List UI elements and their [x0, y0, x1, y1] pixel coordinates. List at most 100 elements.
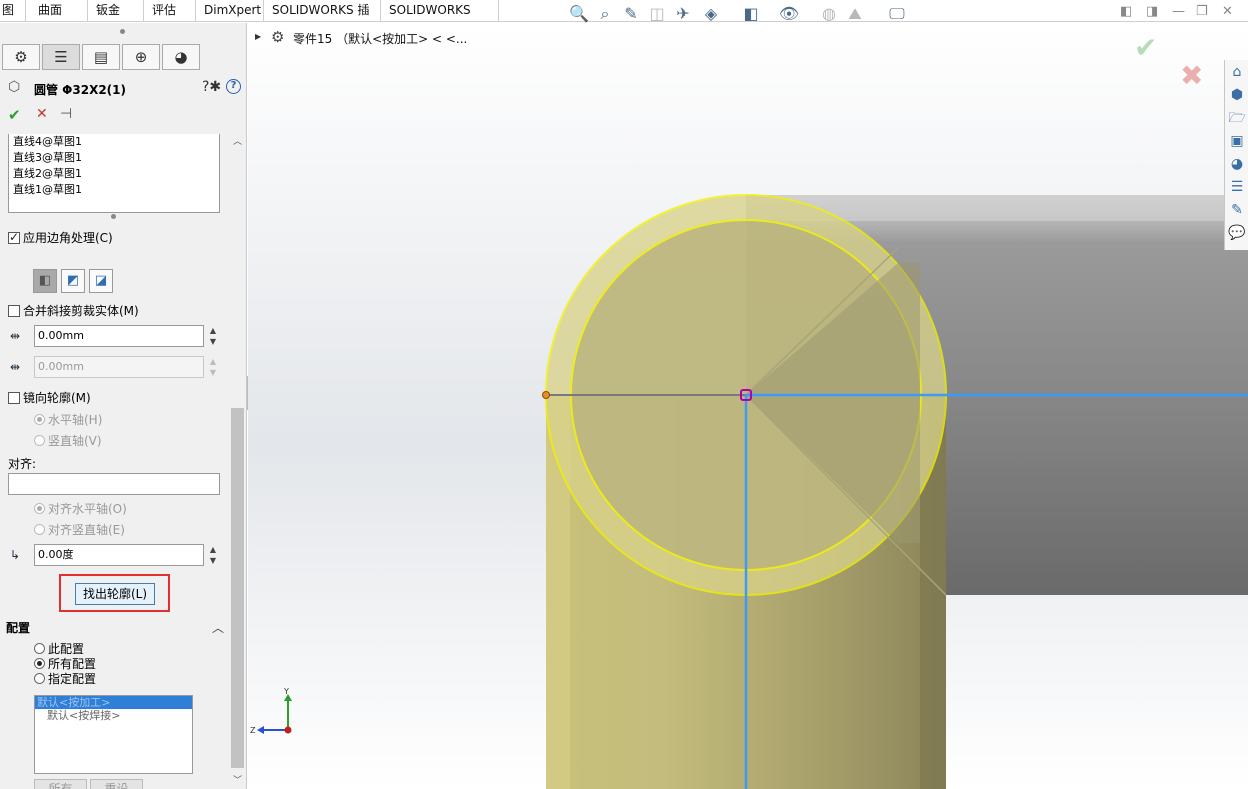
- end-butt2-button[interactable]: ◪: [89, 269, 113, 293]
- view-orientation-icon[interactable]: ◈: [700, 3, 722, 25]
- property-manager-icon[interactable]: ☰: [42, 44, 80, 70]
- scroll-down-icon[interactable]: ﹀: [229, 773, 246, 789]
- apply-scene-icon[interactable]: ⛰: [844, 3, 866, 25]
- tab-solidworks-mbd[interactable]: SOLIDWORKS MBD: [381, 0, 499, 38]
- hide-show-icon[interactable]: 👁: [778, 3, 800, 25]
- cancel-button[interactable]: ✕: [36, 106, 48, 122]
- align-input[interactable]: [8, 473, 220, 495]
- scroll-thumb[interactable]: [231, 408, 244, 768]
- collapse-caret-icon[interactable]: ︿: [212, 619, 224, 636]
- specify-configurations-radio[interactable]: 指定配置: [34, 670, 96, 686]
- feature-manager-icon[interactable]: ⚙: [2, 44, 40, 70]
- gap-g2-icon: ⇹: [10, 360, 21, 374]
- forum-icon[interactable]: 💬: [1227, 223, 1247, 243]
- tab-evaluate[interactable]: 评估: [144, 0, 196, 22]
- triad-y-label: Y: [283, 688, 289, 696]
- end-miter-button[interactable]: ◧: [33, 269, 57, 293]
- horizontal-axis-radio[interactable]: 水平轴(H): [34, 411, 102, 427]
- display-style-icon[interactable]: ◧: [740, 3, 762, 25]
- appearances-icon[interactable]: ◕: [1227, 154, 1247, 174]
- checkbox-unchecked[interactable]: [8, 392, 20, 404]
- tile-left-icon[interactable]: ◧: [1120, 4, 1132, 19]
- configurations-list[interactable]: 默认<按加工> 默认<按焊接>: [34, 695, 193, 774]
- locate-profile-button[interactable]: 找出轮廓(L): [75, 583, 155, 605]
- list-item[interactable]: 默认<按加工>: [35, 696, 192, 709]
- display-manager-icon[interactable]: ◕: [162, 44, 200, 70]
- dimxpert-icon[interactable]: ⊕: [122, 44, 160, 70]
- vertical-axis-radio[interactable]: 竖直轴(V): [34, 432, 102, 448]
- checkbox-checked[interactable]: [8, 230, 20, 244]
- gap-g2-input[interactable]: 0.00mm: [34, 356, 204, 378]
- restore-icon[interactable]: ❐: [1196, 4, 1208, 19]
- section-view-icon[interactable]: ◫: [646, 3, 668, 25]
- this-configuration-radio[interactable]: 此配置: [34, 640, 84, 656]
- model-view: [248, 23, 1248, 789]
- tab-sheet-metal[interactable]: 钣金: [88, 0, 144, 22]
- zoom-area-icon[interactable]: ⌕: [594, 3, 616, 25]
- align-label: 对齐:: [8, 457, 37, 471]
- configuration-manager-icon[interactable]: ▤: [82, 44, 120, 70]
- all-button[interactable]: 所有: [34, 779, 87, 789]
- file-explorer-icon[interactable]: 🗁: [1227, 108, 1247, 128]
- edit-appearance-icon[interactable]: ◍: [818, 3, 840, 25]
- confirm-cancel-icon[interactable]: ✖: [1180, 59, 1203, 92]
- tab-weldments[interactable]: 图: [0, 0, 26, 22]
- view-settings-icon[interactable]: 🖵: [886, 3, 908, 25]
- sketch-endpoint[interactable]: [542, 391, 550, 399]
- help-icon[interactable]: ?: [226, 79, 241, 94]
- property-manager-panel: ⚙ ☰ ▤ ⊕ ◕ ⬡ 圆管 Φ32X2(1) ?✱ ? ✔ ✕ ⊣ 直线4@草…: [0, 23, 247, 789]
- rotation-angle-icon: ↳: [10, 548, 21, 562]
- rotation-angle-input[interactable]: 0.00度: [34, 544, 204, 566]
- checkbox-unchecked[interactable]: [8, 305, 20, 317]
- gap-g1-input[interactable]: 0.00mm: [34, 325, 204, 347]
- pm-header: ⬡ 圆管 Φ32X2(1) ?✱ ?: [6, 79, 246, 99]
- dynamic-annotation-icon[interactable]: ✈: [672, 3, 694, 25]
- solidworks-forum-icon[interactable]: ✎: [1227, 200, 1247, 220]
- confirm-ok-icon[interactable]: ✔: [1134, 31, 1157, 64]
- reset-button[interactable]: 重设: [90, 779, 143, 789]
- list-item[interactable]: 直线2@草图1: [9, 166, 219, 182]
- end-butt1-button[interactable]: ◩: [61, 269, 85, 293]
- rotation-angle-spinner[interactable]: ▲ ▼: [207, 544, 219, 566]
- all-configurations-radio[interactable]: 所有配置: [34, 655, 96, 671]
- previous-view-icon[interactable]: ✎: [620, 3, 642, 25]
- panel-grip[interactable]: [120, 29, 125, 34]
- list-item[interactable]: 直线1@草图1: [9, 182, 219, 198]
- graphics-area[interactable]: ▶ ⚙ 零件15 （默认<按加工> < <... ✔ ✖ ⌂ ⬢ 🗁 ▣ ◕ ☰…: [248, 23, 1248, 789]
- list-item[interactable]: 直线3@草图1: [9, 150, 219, 166]
- mirror-profile-checkbox[interactable]: 镜向轮廓(M): [8, 389, 91, 405]
- align-vertical-axis-radio[interactable]: 对齐竖直轴(E): [34, 521, 125, 537]
- ok-button[interactable]: ✔: [8, 106, 21, 124]
- apply-corner-treatment-checkbox[interactable]: 应用边角处理(C): [8, 229, 113, 245]
- tile-right-icon[interactable]: ◨: [1146, 4, 1158, 19]
- coordinate-triad: Y Z: [250, 688, 292, 735]
- tab-solidworks-addins[interactable]: SOLIDWORKS 插件: [264, 0, 381, 38]
- zoom-to-fit-icon[interactable]: 🔍: [568, 3, 590, 25]
- minimize-icon[interactable]: —: [1172, 4, 1185, 19]
- expand-arrow-icon[interactable]: ▶: [255, 32, 261, 41]
- configurations-section-header[interactable]: 配置 ︿: [6, 619, 226, 637]
- whats-new-help-icon[interactable]: ?✱: [202, 79, 221, 95]
- list-resize-grip[interactable]: [111, 214, 116, 219]
- home-icon[interactable]: ⌂: [1227, 62, 1247, 82]
- tab-dimxpert[interactable]: DimXpert: [196, 0, 264, 22]
- gap-same-group-field: ⇹ 0.00mm ▲ ▼: [8, 325, 220, 349]
- tab-surfaces[interactable]: 曲面: [30, 0, 88, 22]
- close-icon[interactable]: ✕: [1222, 4, 1233, 19]
- pushpin-icon[interactable]: ⊣: [60, 106, 72, 122]
- merge-miter-trimmed-bodies-checkbox[interactable]: 合并斜接剪裁实体(M): [8, 302, 139, 318]
- scroll-up-icon[interactable]: ︿: [229, 134, 246, 150]
- align-horizontal-axis-radio[interactable]: 对齐水平轴(O): [34, 500, 127, 516]
- custom-properties-icon[interactable]: ☰: [1227, 177, 1247, 197]
- command-manager-tabs: 图 曲面 钣金 评估 DimXpert SOLIDWORKS 插件 SOLIDW…: [0, 0, 1248, 38]
- pm-scrollbar[interactable]: ︿ ﹀: [229, 134, 246, 789]
- structural-member-icon: ⬡: [8, 79, 21, 95]
- task-pane-tabs: ⌂ ⬢ 🗁 ▣ ◕ ☰ ✎ 💬: [1224, 60, 1248, 250]
- path-segments-list[interactable]: 直线4@草图1 直线3@草图1 直线2@草图1 直线1@草图1: [8, 134, 220, 213]
- list-item[interactable]: 直线4@草图1: [9, 134, 219, 150]
- gap-g2-spinner[interactable]: ▲ ▼: [207, 356, 219, 378]
- list-item[interactable]: 默认<按焊接>: [35, 709, 192, 722]
- design-library-icon[interactable]: ⬢: [1227, 85, 1247, 105]
- gap-g1-spinner[interactable]: ▲ ▼: [207, 325, 219, 347]
- view-palette-icon[interactable]: ▣: [1227, 131, 1247, 151]
